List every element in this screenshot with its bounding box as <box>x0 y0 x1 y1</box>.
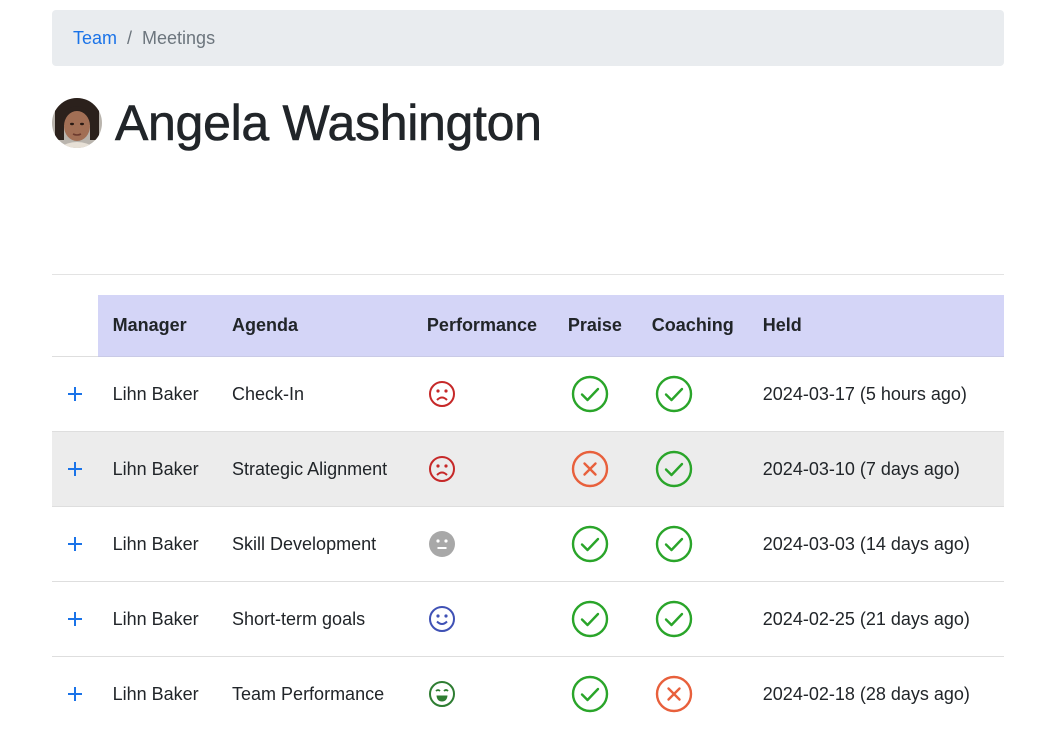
cell-held: 2024-03-17 (5 hours ago) <box>762 356 1004 432</box>
cell-manager: Lihn Baker <box>97 356 233 432</box>
grinning-face-icon <box>428 681 455 707</box>
cell-agenda: Check-In <box>232 356 427 432</box>
cell-held: 2024-03-03 (14 days ago) <box>762 506 1004 582</box>
table-header-row: Manager Agenda Performance Praise Coachi… <box>52 295 1004 357</box>
check-circle-icon <box>655 450 692 488</box>
neutral-face-icon <box>428 531 455 557</box>
x-circle-icon <box>655 675 692 713</box>
expand-row-button[interactable] <box>63 607 87 631</box>
column-header-held[interactable]: Held <box>762 295 1004 357</box>
breadcrumb-current: Meetings <box>142 27 216 48</box>
cell-held: 2024-02-25 (21 days ago) <box>762 581 1004 657</box>
cell-agenda: Short-term goals <box>232 581 427 657</box>
cell-agenda: Skill Development <box>232 506 427 582</box>
sad-face-icon <box>428 381 455 407</box>
table-row[interactable]: Lihn Baker Check-In 2024-03-17 (5 hours … <box>52 356 1004 432</box>
check-circle-icon <box>571 600 609 638</box>
meetings-table: Manager Agenda Performance Praise Coachi… <box>52 295 1004 731</box>
check-circle-icon <box>655 375 692 413</box>
page: Team / Meetings Angela Washington Manage… <box>52 10 1004 713</box>
column-header-coaching[interactable]: Coaching <box>651 295 763 357</box>
check-circle-icon <box>571 375 609 413</box>
user-avatar-icon <box>52 98 102 148</box>
table-row[interactable]: Lihn Baker Skill Development 2024-03-03 … <box>52 506 1004 582</box>
plus-icon <box>68 386 82 401</box>
expand-row-button[interactable] <box>63 382 87 406</box>
page-header: Angela Washington <box>52 94 1004 152</box>
check-circle-icon <box>571 675 609 713</box>
plus-icon <box>68 536 82 551</box>
column-header-praise[interactable]: Praise <box>567 295 652 357</box>
check-circle-icon <box>655 525 692 563</box>
page-title: Angela Washington <box>115 95 543 152</box>
cell-manager: Lihn Baker <box>112 683 199 704</box>
happy-face-icon <box>428 606 455 632</box>
column-header-performance[interactable]: Performance <box>426 295 568 357</box>
expander-column-header <box>52 295 98 357</box>
sad-face-icon <box>428 456 455 482</box>
cell-agenda: Team Performance <box>232 683 385 704</box>
check-circle-icon <box>571 525 609 563</box>
expand-row-button[interactable] <box>63 532 87 556</box>
expand-row-button[interactable] <box>63 682 87 706</box>
column-header-agenda[interactable]: Agenda <box>232 295 427 357</box>
expand-row-button[interactable] <box>63 457 87 481</box>
table-row[interactable]: Lihn Baker Team Performance 2024-02-18 (… <box>52 657 1004 732</box>
breadcrumb-separator: / <box>127 27 133 48</box>
plus-icon <box>68 461 82 476</box>
avatar <box>52 98 102 148</box>
check-circle-icon <box>655 600 692 638</box>
section-divider <box>52 274 1004 275</box>
cell-held: 2024-02-18 (28 days ago) <box>762 683 970 704</box>
plus-icon <box>68 686 82 701</box>
plus-icon <box>68 611 82 626</box>
cell-manager: Lihn Baker <box>97 431 233 507</box>
breadcrumb: Team / Meetings <box>52 10 1004 66</box>
cell-agenda: Strategic Alignment <box>232 431 427 507</box>
column-header-manager[interactable]: Manager <box>97 295 233 357</box>
table-row[interactable]: Lihn Baker Strategic Alignment 2024-03-1… <box>52 431 1004 507</box>
breadcrumb-link-team[interactable]: Team <box>73 28 117 49</box>
cell-held: 2024-03-10 (7 days ago) <box>762 431 1004 507</box>
x-circle-icon <box>571 450 609 488</box>
table-row[interactable]: Lihn Baker Short-term goals 2024-02-25 (… <box>52 581 1004 657</box>
cell-manager: Lihn Baker <box>97 581 233 657</box>
cell-manager: Lihn Baker <box>97 506 233 582</box>
